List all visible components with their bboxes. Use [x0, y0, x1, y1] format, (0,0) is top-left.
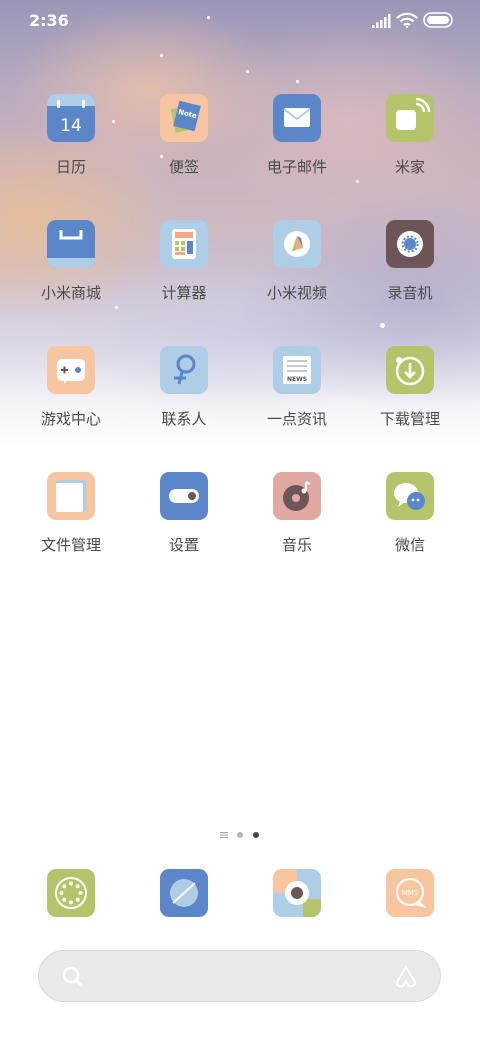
mihome-icon [386, 94, 434, 142]
status-time: 2:36 [29, 11, 69, 30]
app-label: 游戏中心 [40, 410, 101, 428]
notes-icon: Note [160, 94, 208, 142]
app-label: 联系人 [161, 410, 207, 428]
wallpaper-sparkle [246, 70, 249, 73]
page-dot-active[interactable] [253, 832, 259, 838]
app-label: 录音机 [387, 284, 433, 302]
camera-icon [273, 869, 321, 917]
video-icon [273, 220, 321, 268]
app-mihome[interactable]: 米家 [360, 94, 460, 214]
menu-lines-icon [220, 832, 228, 838]
page-indicator[interactable] [214, 828, 274, 842]
app-calendar[interactable]: 14 日历 [21, 94, 121, 214]
recorder-icon [386, 220, 434, 268]
app-music[interactable]: 音乐 [247, 472, 347, 592]
gamepad-icon [47, 346, 95, 394]
folder-icon [47, 472, 95, 520]
app-files[interactable]: 文件管理 [21, 472, 121, 592]
app-gamecenter[interactable]: 游戏中心 [21, 346, 121, 466]
app-wechat[interactable]: 微信 [360, 472, 460, 592]
wallpaper-sparkle [296, 80, 299, 83]
app-downloads[interactable]: 下载管理 [360, 346, 460, 466]
app-label: 米家 [394, 158, 425, 176]
dialpad-icon [47, 869, 95, 917]
contacts-icon [160, 346, 208, 394]
app-label: 日历 [55, 158, 86, 176]
messages-icon-text: MMS [402, 889, 419, 897]
app-label: 下载管理 [379, 410, 440, 428]
calendar-icon: 14 [47, 94, 95, 142]
page-dot[interactable] [237, 832, 243, 838]
app-label: 音乐 [281, 536, 312, 554]
news-icon: NEWS [273, 346, 321, 394]
app-settings[interactable]: 设置 [134, 472, 234, 592]
messages-icon: MMS [386, 869, 434, 917]
toggle-settings-icon [160, 472, 208, 520]
download-icon [386, 346, 434, 394]
dock-camera[interactable] [273, 869, 321, 917]
app-email[interactable]: 电子邮件 [247, 94, 347, 214]
app-label: 一点资讯 [266, 410, 327, 428]
app-label: 计算器 [161, 284, 207, 302]
wifi-icon [396, 12, 418, 28]
app-calculator[interactable]: 计算器 [134, 220, 234, 340]
calculator-icon [160, 220, 208, 268]
wallpaper-sparkle [160, 54, 163, 57]
app-label: 文件管理 [40, 536, 101, 554]
assistant-icon[interactable] [392, 963, 420, 991]
dock-browser[interactable] [160, 869, 208, 917]
wechat-icon [386, 472, 434, 520]
news-icon-text: NEWS [287, 376, 307, 383]
calendar-day: 14 [60, 116, 82, 136]
search-bar[interactable] [38, 950, 441, 1002]
app-label: 设置 [168, 536, 199, 554]
app-label: 小米商城 [40, 284, 101, 302]
app-label: 电子邮件 [266, 158, 327, 176]
app-notes[interactable]: Note 便签 [134, 94, 234, 214]
wallpaper-sparkle [356, 180, 359, 183]
signal-icon [372, 14, 391, 28]
app-mistore[interactable]: 小米商城 [21, 220, 121, 340]
status-bar: 2:36 [0, 0, 480, 44]
app-recorder[interactable]: 录音机 [360, 220, 460, 340]
store-bag-icon [47, 220, 95, 268]
app-news[interactable]: NEWS 一点资讯 [247, 346, 347, 466]
dock-phone[interactable] [47, 869, 95, 917]
app-label: 便签 [168, 158, 199, 176]
dock-messages[interactable]: MMS [386, 869, 434, 917]
browser-icon [160, 869, 208, 917]
music-icon [273, 472, 321, 520]
app-video[interactable]: 小米视频 [247, 220, 347, 340]
search-icon [62, 966, 83, 987]
app-label: 小米视频 [266, 284, 327, 302]
app-contacts[interactable]: 联系人 [134, 346, 234, 466]
battery-icon [423, 12, 453, 28]
app-label: 微信 [394, 536, 425, 554]
email-icon [273, 94, 321, 142]
